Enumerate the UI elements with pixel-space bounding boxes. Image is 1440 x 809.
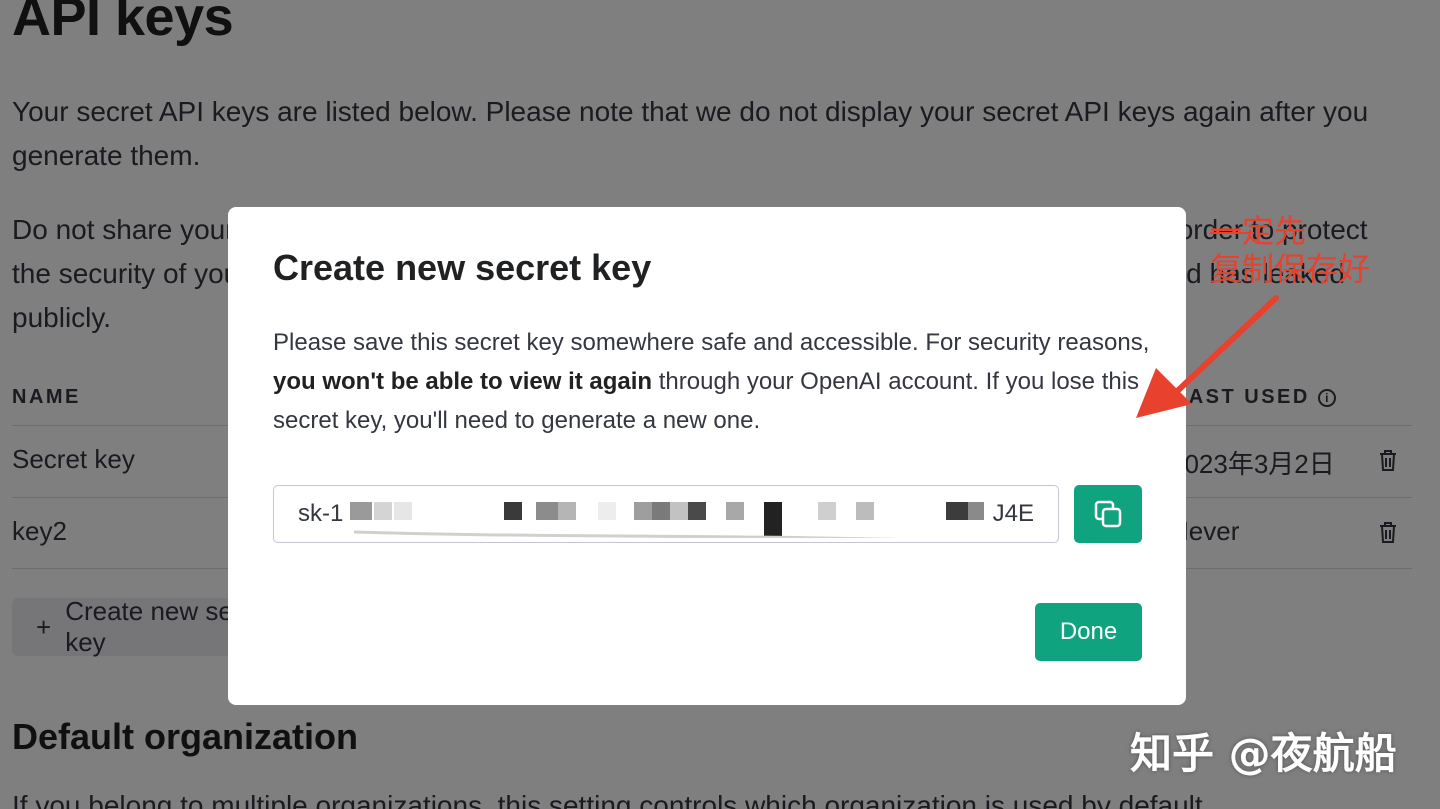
strike-line <box>1210 232 1254 234</box>
copy-icon <box>1094 500 1122 528</box>
annotation-line-2: 复制保存好 <box>1210 250 1371 288</box>
create-key-modal: Create new secret key Please save this s… <box>228 207 1186 705</box>
red-annotation: 一定先 复制保存好 <box>1210 212 1410 288</box>
red-arrow-icon <box>1136 295 1279 418</box>
modal-description-emphasis: you won't be able to view it again <box>273 368 653 395</box>
modal-description: Please save this secret key somewhere sa… <box>273 323 1153 440</box>
copy-key-button[interactable] <box>1074 485 1142 543</box>
secret-key-field[interactable]: sk-1 J4E <box>273 485 1059 543</box>
key-suffix: J4E <box>992 500 1034 527</box>
modal-description-start: Please save this secret key somewhere sa… <box>273 329 1150 356</box>
zhihu-watermark: 知乎 @夜航船 <box>1130 729 1397 778</box>
modal-title: Create new secret key <box>273 247 652 288</box>
key-prefix: sk-1 <box>298 500 344 527</box>
done-button[interactable]: Done <box>1035 603 1142 661</box>
annotation-line-1: 一定先 <box>1210 212 1307 250</box>
redaction-mosaic <box>350 502 984 538</box>
